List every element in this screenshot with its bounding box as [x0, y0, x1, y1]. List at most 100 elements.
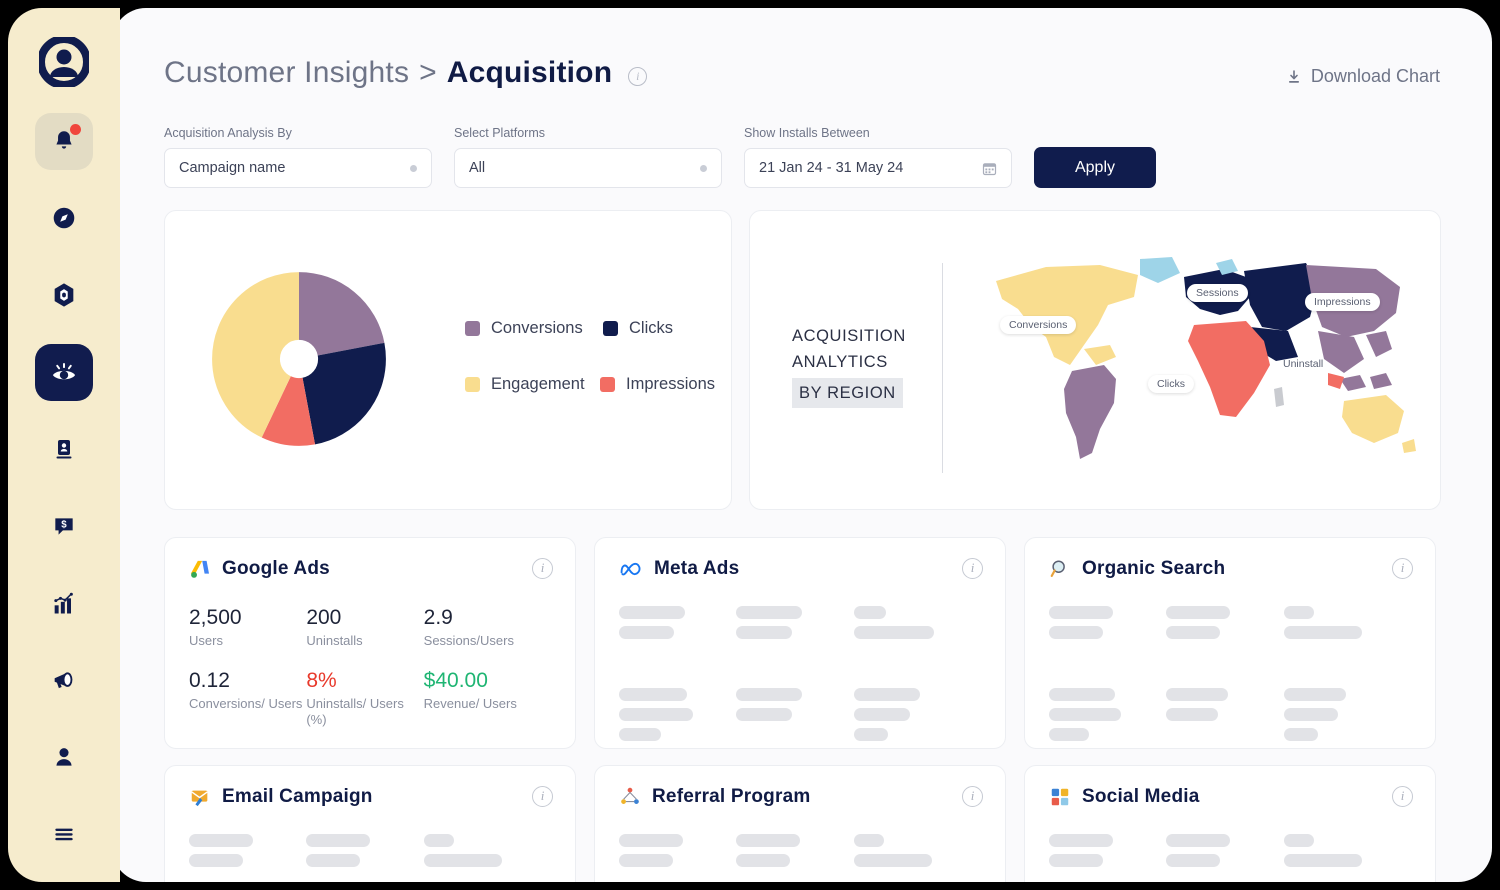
- sidebar-item-profile[interactable]: [35, 728, 93, 785]
- metric-value: 8%: [306, 669, 337, 692]
- map-pin-clicks[interactable]: Clicks: [1148, 375, 1194, 393]
- map-pin-uninstall[interactable]: Uninstall: [1274, 355, 1332, 373]
- user-avatar-logo[interactable]: [38, 36, 90, 87]
- sidebar-item-notifications[interactable]: [35, 113, 93, 170]
- source-card-header: Meta Ads: [619, 558, 739, 580]
- map-title: ACQUISITION ANALYTICS BY REGION: [792, 323, 942, 408]
- metric-value: 2.9: [423, 606, 453, 629]
- source-info-button[interactable]: i: [962, 786, 983, 807]
- region-north-america: [996, 265, 1138, 365]
- legend-item-clicks[interactable]: Clicks: [603, 319, 673, 338]
- source-info-button[interactable]: i: [1392, 786, 1413, 807]
- page-title: Acquisition: [446, 56, 613, 89]
- source-card-referral-program[interactable]: Referral Program i: [594, 765, 1006, 882]
- metric-conversions-per-user: 0.12 Conversions/ Users: [189, 669, 306, 728]
- page-info-icon[interactable]: i: [628, 66, 648, 86]
- skeleton-column: [619, 834, 736, 882]
- magnifier-icon: [1050, 560, 1065, 577]
- map-divider: [942, 263, 943, 473]
- date-range-value: 21 Jan 24 - 31 May 24: [759, 160, 904, 176]
- map-pin-conversions[interactable]: Conversions: [1000, 316, 1077, 334]
- source-card-header: Referral Program: [619, 786, 810, 808]
- id-card-icon: [56, 440, 72, 459]
- source-card-social-media[interactable]: Social Media i: [1024, 765, 1436, 882]
- source-card-header: Social Media: [1049, 786, 1200, 808]
- region-africa: [1188, 321, 1270, 417]
- source-card-meta-ads[interactable]: Meta Ads i: [594, 537, 1006, 749]
- platforms-select[interactable]: All: [454, 148, 722, 188]
- hamburger-menu-icon: [55, 828, 73, 840]
- skeleton-loader: [619, 606, 971, 741]
- legend-item-impressions[interactable]: Impressions: [600, 375, 715, 394]
- acquisition-by-region-card: ACQUISITION ANALYTICS BY REGION Conversi…: [749, 210, 1441, 510]
- sidebar-item-revenue[interactable]: $: [35, 498, 93, 555]
- sidebar-item-analytics[interactable]: [35, 574, 93, 631]
- filter-date-label: Show Installs Between: [744, 126, 870, 140]
- legend-item-conversions[interactable]: Conversions: [465, 319, 603, 338]
- sidebar-item-menu[interactable]: [35, 805, 93, 862]
- region-malaysia: [1328, 373, 1344, 389]
- source-info-button[interactable]: i: [1392, 558, 1413, 579]
- filter-platforms: Select Platforms All: [454, 126, 722, 188]
- source-info-button[interactable]: i: [532, 558, 553, 579]
- sidebar-item-products[interactable]: [35, 267, 93, 324]
- cube-icon: [54, 283, 74, 307]
- download-chart-label: Download Chart: [1310, 66, 1440, 86]
- region-philippines: [1370, 373, 1392, 389]
- metric-value: 200: [306, 606, 342, 629]
- skeleton-loader: [189, 834, 541, 882]
- source-card-title: Email Campaign: [222, 786, 373, 807]
- skeleton-column: [1283, 606, 1401, 741]
- source-info-button[interactable]: i: [532, 786, 553, 807]
- calendar-icon: [982, 162, 997, 175]
- source-card-header: Google Ads: [189, 558, 330, 580]
- metrics-grid: 2,500 Users 200 Uninstalls 2.9 Sessions/…: [189, 606, 541, 728]
- skeleton-column: [1049, 606, 1166, 741]
- google-ads-icon: [190, 560, 209, 578]
- breadcrumb-parent[interactable]: Customer Insights: [164, 56, 409, 90]
- skeleton-column: [853, 606, 971, 741]
- region-east-asia: [1366, 331, 1392, 357]
- sidebar-item-campaigns[interactable]: [35, 651, 93, 708]
- skeleton-column: [736, 606, 853, 741]
- source-card-header: Organic Search: [1049, 558, 1225, 580]
- region-greenland: [1140, 257, 1180, 283]
- apply-button[interactable]: Apply: [1034, 147, 1156, 188]
- source-info-button[interactable]: i: [962, 558, 983, 579]
- source-card-title: Social Media: [1082, 786, 1200, 807]
- legend-swatch-conversions: [465, 321, 480, 336]
- app-root: $ Customer Insights > Acquisition i Down…: [0, 0, 1500, 890]
- donut-chart[interactable]: [193, 253, 405, 465]
- map-pin-sessions[interactable]: Sessions: [1187, 284, 1248, 302]
- analysis-by-value: Campaign name: [179, 160, 286, 176]
- analysis-by-select[interactable]: Campaign name: [164, 148, 432, 188]
- main-panel: Customer Insights > Acquisition i Downlo…: [112, 8, 1492, 882]
- skeleton-column: [1049, 834, 1166, 882]
- donut-legend: Conversions Clicks Engagement Impression…: [465, 319, 715, 431]
- metric-uninstalls: 200 Uninstalls: [306, 606, 423, 649]
- skeleton-loader: [619, 834, 971, 882]
- metric-revenue-per-user: $40.00 Revenue/ Users: [424, 669, 541, 728]
- sidebar-item-insights[interactable]: [35, 343, 93, 401]
- skeleton-column: [736, 834, 853, 882]
- source-card-title: Google Ads: [222, 558, 330, 579]
- sidebar-item-audience[interactable]: [35, 421, 93, 478]
- source-card-organic-search[interactable]: Organic Search i: [1024, 537, 1436, 749]
- source-card-google-ads[interactable]: Google Ads i 2,500 Users 200 Uninstalls …: [164, 537, 576, 749]
- date-range-input[interactable]: 21 Jan 24 - 31 May 24: [744, 148, 1012, 188]
- source-card-title: Meta Ads: [654, 558, 740, 579]
- legend-item-engagement[interactable]: Engagement: [465, 375, 600, 394]
- source-card-email-campaign[interactable]: Email Campaign i: [164, 765, 576, 882]
- region-central-america: [1084, 345, 1116, 365]
- chevron-down-icon: [700, 164, 707, 172]
- person-icon: [56, 747, 72, 766]
- map-title-line3: BY REGION: [792, 378, 903, 408]
- sidebar-item-explore[interactable]: [35, 190, 93, 247]
- download-chart-button[interactable]: Download Chart: [1286, 66, 1440, 87]
- filter-analysis-label: Acquisition Analysis By: [164, 126, 292, 140]
- map-title-line1: ACQUISITION: [792, 327, 906, 345]
- map-pin-impressions[interactable]: Impressions: [1305, 293, 1380, 311]
- region-australia: [1342, 395, 1404, 443]
- world-map[interactable]: Conversions Sessions Impressions Uninsta…: [988, 253, 1418, 473]
- legend-label-conversions: Conversions: [491, 319, 583, 337]
